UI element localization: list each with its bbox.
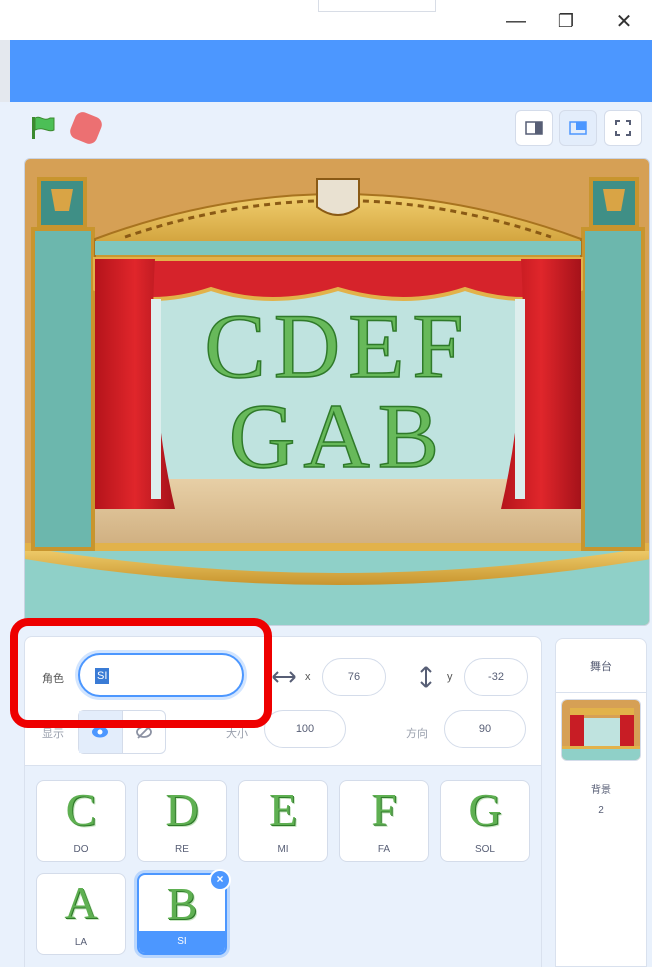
close-icon: ✕ <box>615 10 633 33</box>
restore-icon: ❐ <box>557 10 575 31</box>
minimize-button[interactable]: — <box>496 6 536 36</box>
sprite-thumbnail: E <box>268 784 298 835</box>
stage-thumbnail <box>561 699 641 761</box>
size-value: 100 <box>295 723 315 735</box>
delete-sprite-icon[interactable]: × <box>209 869 231 891</box>
small-stage-button[interactable] <box>515 110 553 146</box>
sprite-thumbnail: F <box>371 784 397 835</box>
x-arrows-icon <box>272 671 296 683</box>
minimize-icon: — <box>506 9 526 32</box>
stage-panel-title: 舞台 <box>556 639 646 693</box>
stage-letters-line1: CDEF <box>204 295 471 397</box>
y-position-input[interactable]: -32 <box>464 658 528 696</box>
backdrop-count: 2 <box>598 805 604 816</box>
sprite-tile-sol[interactable]: G SOL <box>440 780 530 862</box>
x-value: 76 <box>347 671 361 683</box>
backdrop-label: 背景 <box>591 785 611 796</box>
scratch-editor: — ❐ ✕ CDEF GAB 角色 SI x 76 y -32 显示 大小 10… <box>0 0 652 967</box>
normal-stage-icon <box>569 121 587 135</box>
sprite-tile-fa[interactable]: F FA <box>339 780 429 862</box>
menu-bar <box>10 40 652 102</box>
restore-button[interactable]: ❐ <box>546 6 586 36</box>
size-input[interactable]: 100 <box>264 710 346 748</box>
y-value: -32 <box>488 671 504 683</box>
side-shade <box>0 40 10 102</box>
fullscreen-button[interactable] <box>604 110 642 146</box>
direction-input[interactable]: 90 <box>444 710 526 748</box>
close-window-button[interactable]: ✕ <box>604 6 644 36</box>
sprite-tile-label: SI <box>139 931 225 953</box>
small-stage-icon <box>525 121 543 135</box>
highlight-annotation <box>10 618 272 728</box>
y-arrows-icon <box>420 666 432 688</box>
sprite-tile-do[interactable]: C DO <box>36 780 126 862</box>
background-window-fragment <box>318 0 436 12</box>
fullscreen-icon <box>615 120 631 136</box>
sprite-tile-label: FA <box>377 844 391 855</box>
direction-label: 方向 <box>406 728 428 740</box>
sprite-tile-label: RE <box>175 844 189 855</box>
direction-value: 90 <box>478 723 492 735</box>
stage-letters-line2: GAB <box>229 385 447 487</box>
sprite-tile-label: SOL <box>474 844 495 855</box>
sprite-tile-label: MI <box>277 844 289 855</box>
sprite-tile-la[interactable]: A LA <box>36 873 126 955</box>
x-position-input[interactable]: 76 <box>322 658 386 696</box>
sprite-tile-mi[interactable]: E MI <box>238 780 328 862</box>
stage-canvas[interactable]: CDEF GAB <box>24 158 650 626</box>
sprite-thumbnail: A <box>64 877 98 928</box>
green-flag-icon[interactable] <box>30 115 60 141</box>
normal-stage-button[interactable] <box>559 110 597 146</box>
sprite-tile-label: DO <box>73 844 89 855</box>
sprite-tile-si[interactable]: B SI × <box>137 869 231 955</box>
sprite-thumbnail: C <box>65 784 97 835</box>
sprite-tile-re[interactable]: D RE <box>137 780 227 862</box>
sprite-tile-label: LA <box>74 937 88 948</box>
sprite-thumbnail: D <box>165 784 199 835</box>
sprite-thumbnail: G <box>468 784 502 835</box>
stage-target-panel[interactable]: 舞台 背景 2 <box>555 638 647 967</box>
